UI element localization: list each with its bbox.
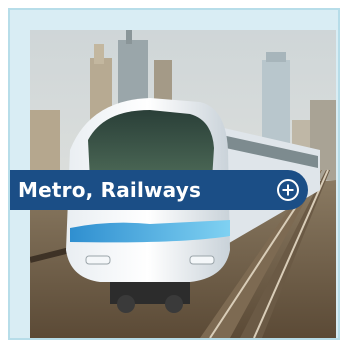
category-tile[interactable]: Metro, Railways: [8, 8, 340, 340]
category-label: Metro, Railways: [18, 178, 202, 202]
plus-circle-icon[interactable]: [276, 178, 300, 202]
category-label-bar[interactable]: Metro, Railways: [10, 170, 308, 210]
